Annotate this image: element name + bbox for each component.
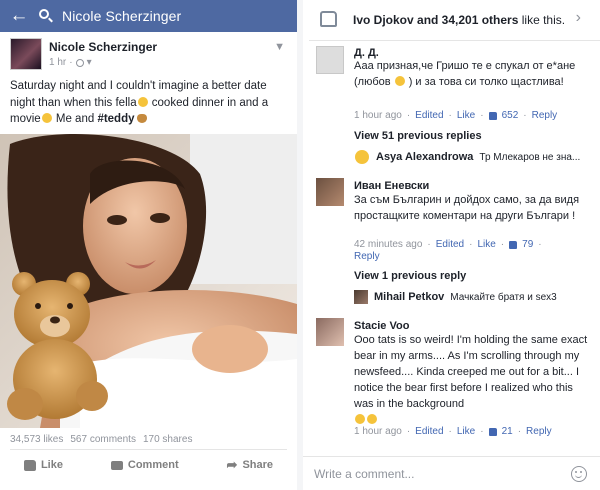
comments-count[interactable]: 567 comments: [70, 434, 136, 445]
comment-text: Ааа призная,че Гришо те е спукал от е*ан…: [354, 60, 576, 88]
like-button[interactable]: Like: [23, 459, 63, 471]
comment-like-link[interactable]: Like: [457, 110, 475, 121]
caret-down-icon: ▾: [86, 57, 92, 68]
author-avatar[interactable]: [10, 38, 42, 70]
reply-preview[interactable]: Mihail Petkov Мачкайте братя и sex3: [354, 290, 594, 304]
back-arrow-icon[interactable]: ←: [0, 0, 38, 32]
share-arrow-icon: ➦: [226, 457, 238, 472]
post-actions: Like Comment ➦ Share: [0, 455, 297, 475]
likes-summary[interactable]: Ivo Djokov and 34,201 others like this. …: [303, 0, 600, 38]
commenter-name[interactable]: Иван Еневски: [354, 180, 429, 192]
comment-meta: 42 minutes ago · Edited · Like · 79 ·: [354, 239, 542, 250]
post-meta: 1 hr · ▾: [49, 57, 92, 68]
smile-emoji-icon: [41, 113, 52, 123]
post-header: Nicole Scherzinger 1 hr · ▾ ▼: [0, 37, 297, 77]
post-stats: 34,573 likes 567 comments 170 shares: [10, 434, 192, 445]
search-field[interactable]: Nicole Scherzinger: [38, 0, 181, 32]
likes-count[interactable]: 34,573 likes: [10, 434, 63, 445]
top-bar: ← Nicole Scherzinger: [0, 0, 297, 32]
chevron-right-icon[interactable]: ›: [576, 9, 581, 27]
divider: [309, 40, 600, 41]
smile-emoji-icon: [394, 76, 405, 86]
divider: [10, 449, 287, 450]
comment-meta: 1 hour ago · Edited · Like · 21 · Reply: [354, 426, 552, 437]
reply-avatar: [354, 290, 368, 304]
reply-link[interactable]: Reply: [526, 426, 552, 437]
post-time[interactable]: 1 hr: [49, 57, 66, 68]
emoji-picker-icon[interactable]: [571, 466, 587, 482]
post-options-chevron-icon[interactable]: ▼: [274, 41, 285, 53]
shares-count[interactable]: 170 shares: [143, 434, 192, 445]
view-previous-replies[interactable]: View 51 previous replies: [354, 130, 482, 142]
comment-like-link[interactable]: Like: [457, 426, 475, 437]
comments-panel: Ivo Djokov and 34,201 others like this. …: [303, 0, 600, 490]
laugh-emoji-icon: [367, 414, 377, 424]
commenter-avatar[interactable]: [316, 178, 344, 206]
reply-avatar: [355, 150, 369, 164]
comment-button[interactable]: Comment: [110, 459, 179, 471]
post-author[interactable]: Nicole Scherzinger: [49, 40, 157, 54]
default-avatar[interactable]: [316, 46, 344, 74]
thumbs-up-icon: [23, 459, 36, 471]
thumbs-up-icon: [320, 11, 337, 27]
comment-like-link[interactable]: Like: [477, 239, 495, 250]
view-previous-replies[interactable]: View 1 previous reply: [354, 270, 466, 282]
share-button[interactable]: ➦ Share: [227, 457, 273, 473]
laugh-emoji-icon: [355, 414, 365, 424]
thumbs-up-icon: [509, 240, 518, 249]
hashtag-link[interactable]: #teddy: [97, 113, 134, 125]
globe-icon: [75, 58, 84, 67]
reply-link[interactable]: Reply: [532, 110, 558, 121]
post-panel: ← Nicole Scherzinger Nicole Scherzinger …: [0, 0, 297, 490]
commenter-name[interactable]: Stacie Voo: [354, 320, 409, 332]
smile-emoji-icon: [137, 96, 148, 107]
comment-text: Ooo tats is so weird! I'm holding the sa…: [354, 332, 589, 428]
post-text: Saturday night and I couldn't imagine a …: [10, 80, 269, 125]
post-photo[interactable]: [0, 133, 297, 428]
comment-input[interactable]: Write a comment...: [314, 467, 414, 481]
comment-meta: 1 hour ago · Edited · Like · 652 · Reply: [354, 110, 558, 121]
reply-link[interactable]: Reply: [354, 251, 380, 262]
search-icon: [38, 8, 54, 24]
reply-preview[interactable]: Asya Alexandrowa Тр Млекаров не зна...: [354, 150, 594, 164]
thumbs-up-icon: [488, 111, 497, 120]
search-query[interactable]: Nicole Scherzinger: [62, 8, 181, 24]
bear-emoji-icon: [136, 114, 147, 123]
comment-bubble-icon: [110, 460, 123, 470]
comment-text: За съм Българин и дойдох само, за да вид…: [354, 194, 580, 222]
thumbs-up-icon: [488, 427, 497, 436]
comment-composer[interactable]: Write a comment...: [303, 456, 600, 490]
commenter-avatar[interactable]: [316, 318, 344, 346]
